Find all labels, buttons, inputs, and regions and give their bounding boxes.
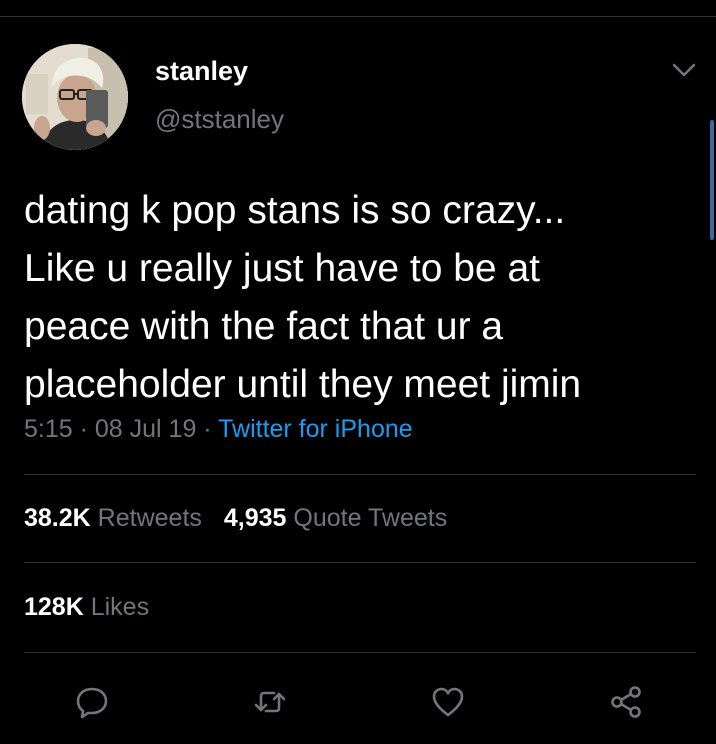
tweet-time: 5:15: [24, 415, 73, 443]
engagement-stats: 38.2K Retweets 4,935 Quote Tweets: [24, 504, 447, 533]
tweet-line: placeholder until they meet jimin: [24, 363, 582, 406]
quote-tweets-count: 4,935: [223, 504, 287, 532]
top-divider: [0, 16, 716, 17]
tweet-line: Like u really just have to be at: [24, 247, 540, 290]
quote-tweets-stat[interactable]: 4,935 Quote Tweets: [224, 504, 447, 532]
retweets-count: 38.2K: [24, 504, 91, 532]
quote-tweets-label: Quote Tweets: [293, 504, 448, 532]
likes-stat[interactable]: 128K Likes: [24, 593, 149, 622]
avatar[interactable]: [22, 44, 128, 150]
retweets-stat[interactable]: 38.2K Retweets: [24, 504, 202, 532]
retweet-icon: [254, 691, 286, 713]
likes-count: 128K: [24, 593, 84, 621]
divider: [24, 652, 696, 653]
chevron-down-icon[interactable]: [670, 58, 698, 82]
retweet-button[interactable]: [252, 684, 288, 720]
tweet-line: dating k pop stans is so crazy...: [24, 189, 566, 232]
tweet-date: 08 Jul 19: [94, 415, 197, 443]
tweet-text: dating k pop stans is so crazy... Like u…: [24, 182, 699, 414]
reply-icon: [76, 687, 108, 719]
meta-separator: ·: [196, 415, 219, 443]
tweet-line: peace with the fact that ur a: [24, 305, 504, 348]
user-display-name[interactable]: stanley: [155, 56, 248, 87]
reply-button[interactable]: [74, 684, 110, 720]
retweets-label: Retweets: [97, 504, 202, 532]
share-icon: [611, 686, 641, 718]
tweet-meta: 5:15 · 08 Jul 19 · Twitter for iPhone: [24, 415, 413, 444]
share-button[interactable]: [608, 684, 644, 720]
heart-icon: [432, 687, 464, 717]
likes-label: Likes: [90, 593, 150, 621]
divider: [24, 562, 696, 563]
tweet-source-link[interactable]: Twitter for iPhone: [218, 415, 413, 443]
scroll-indicator[interactable]: [710, 120, 714, 240]
like-button[interactable]: [430, 684, 466, 720]
divider: [24, 474, 696, 475]
meta-separator: ·: [72, 415, 95, 443]
user-handle[interactable]: @ststanley: [155, 104, 284, 135]
